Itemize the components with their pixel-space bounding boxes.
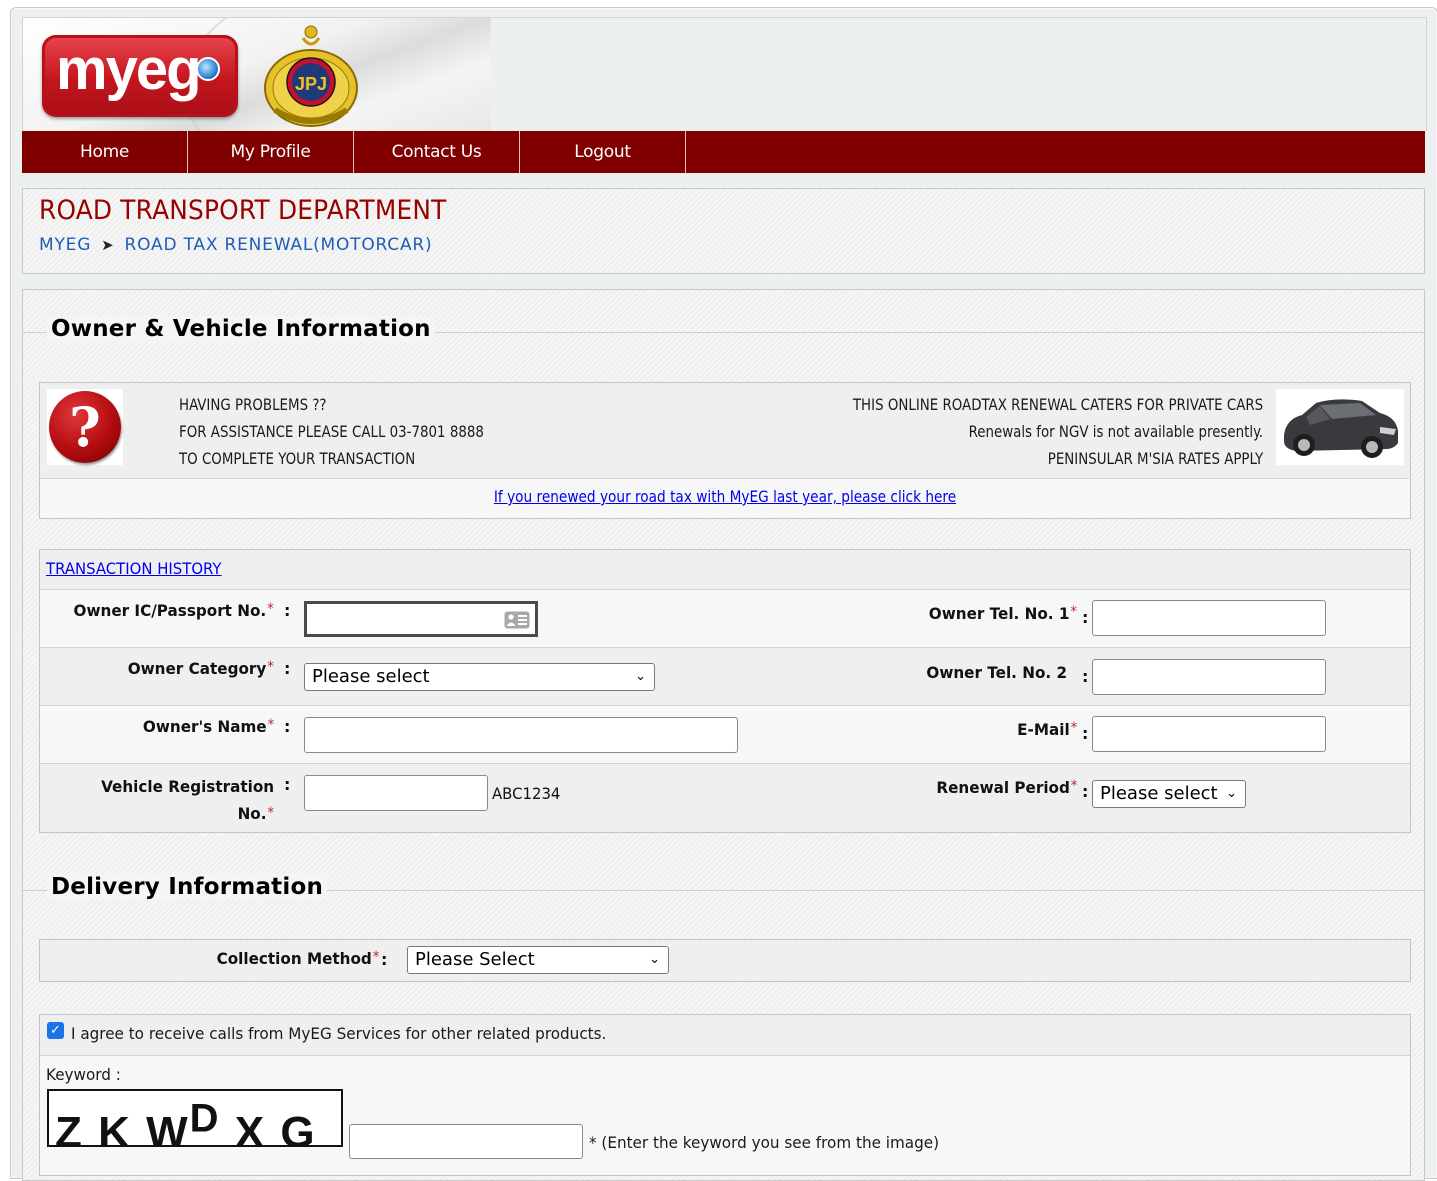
breadcrumb: MYEG ➤ ROAD TAX RENEWAL(MOTORCAR) [39,235,432,255]
captcha-input[interactable] [349,1124,583,1159]
private-cars-notice: THIS ONLINE ROADTAX RENEWAL CATERS FOR P… [852,395,1263,468]
banner: myeg JPJ [23,18,491,131]
vehicle-registration-example: ABC1234 [492,784,561,803]
email-input[interactable] [1092,716,1326,752]
svg-text:JPJ: JPJ [295,74,327,94]
owner-section-heading: Owner & Vehicle Information [41,316,441,342]
jpj-emblem-icon: JPJ [264,25,358,127]
help-question-icon: ? [47,389,123,465]
breadcrumb-arrow-icon: ➤ [101,236,115,254]
owner-name-input[interactable] [304,717,738,753]
owner-category-select[interactable]: Please select ⌄ [304,663,655,691]
owner-name-label: Owner's Name* [142,717,274,736]
owner-vehicle-form: TRANSACTION HISTORY Owner IC/Passport No… [39,549,1411,833]
assistance-text: HAVING PROBLEMS ?? FOR ASSISTANCE PLEASE… [179,395,484,468]
tel2-label: Owner Tel. No. 2 [926,663,1067,682]
chevron-down-icon: ⌄ [649,952,660,967]
nav-my-profile[interactable]: My Profile [188,131,354,173]
collection-method-select[interactable]: Please Select ⌄ [407,946,669,974]
captcha-hint: * (Enter the keyword you see from the im… [589,1133,940,1152]
consent-checkbox[interactable]: ✓ [47,1022,64,1039]
consent-text: I agree to receive calls from MyEG Servi… [71,1024,607,1043]
id-card-icon[interactable] [504,611,530,629]
owner-category-label: Owner Category* [127,659,274,678]
vehicle-registration-label: Vehicle Registration No.* [100,777,274,823]
nav-home[interactable]: Home [22,131,188,173]
owner-tel-1-input[interactable] [1092,600,1326,636]
consent-captcha-panel: ✓ I agree to receive calls from MyEG Ser… [39,1014,1411,1176]
chevron-down-icon: ⌄ [635,669,646,684]
ic-label: Owner IC/Passport No.* [73,601,274,620]
main-form-panel: Owner & Vehicle Information ? HAVING PRO… [22,289,1425,1181]
transaction-history-link[interactable]: TRANSACTION HISTORY [46,559,222,578]
owner-tel-2-input[interactable] [1092,659,1326,695]
captcha-image: Z K WD X G [47,1089,343,1147]
renewed-last-year-link[interactable]: If you renewed your road tax with MyEG l… [74,487,1376,506]
breadcrumb-road-tax-renewal[interactable]: ROAD TAX RENEWAL(MOTORCAR) [125,235,433,255]
myeg-logo[interactable]: myeg [42,35,238,117]
tel1-label: Owner Tel. No. 1* [928,604,1077,623]
page-title: ROAD TRANSPORT DEPARTMENT [39,195,447,226]
main-nav: Home My Profile Contact Us Logout [22,131,1425,173]
collection-method-label: Collection Method* [216,949,379,968]
delivery-section-heading: Delivery Information [41,874,333,900]
delivery-panel: Collection Method* : Please Select ⌄ [39,939,1411,982]
keyword-label: Keyword : [46,1065,121,1084]
nav-contact-us[interactable]: Contact Us [354,131,520,173]
nav-logout[interactable]: Logout [520,131,686,173]
info-panel: ? HAVING PROBLEMS ?? FOR ASSISTANCE PLEA… [39,382,1411,519]
site-header: myeg JPJ [22,17,1427,131]
car-image-icon [1276,389,1404,465]
ic-passport-input[interactable] [304,601,538,637]
logo-globe-icon [196,57,220,81]
vehicle-registration-input[interactable] [304,775,488,811]
chevron-down-icon: ⌄ [1226,786,1237,801]
breadcrumb-myeg[interactable]: MYEG [39,235,91,255]
renewal-period-label: Renewal Period* [935,778,1077,797]
email-label: E-Mail* [1016,720,1077,739]
renewal-period-select[interactable]: Please select ⌄ [1092,780,1246,808]
title-panel: ROAD TRANSPORT DEPARTMENT MYEG ➤ ROAD TA… [22,188,1425,274]
